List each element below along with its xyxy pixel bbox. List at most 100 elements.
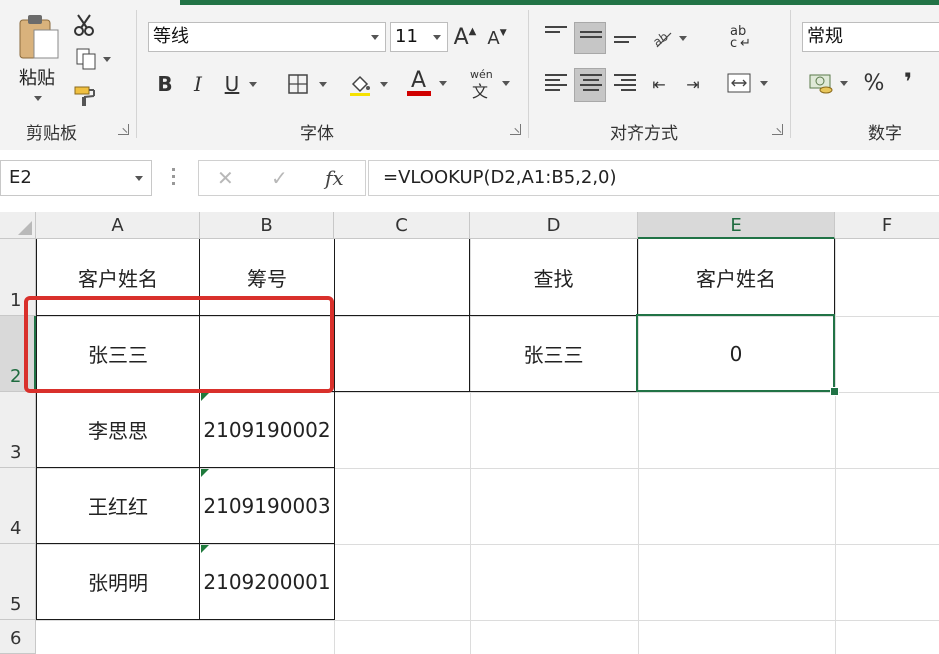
decrease-indent-button[interactable]: ⇤ (646, 70, 672, 98)
format-painter-button[interactable] (70, 82, 100, 108)
column-header-d[interactable]: D (470, 212, 638, 239)
cell-text: 客户姓名 (78, 267, 158, 291)
paste-dropdown-caret[interactable] (34, 96, 42, 101)
align-right-icon[interactable] (614, 74, 636, 91)
group-separator (528, 10, 529, 138)
row-header-4[interactable]: 4 (0, 468, 36, 544)
clipboard-icon (19, 15, 59, 59)
grow-font-glyph: A (453, 24, 469, 50)
row-header-5[interactable]: 5 (0, 544, 36, 620)
cancel-icon[interactable]: ✕ (217, 166, 234, 190)
accounting-format-button[interactable] (804, 68, 852, 98)
copy-button[interactable] (70, 46, 116, 72)
enter-icon[interactable]: ✓ (271, 166, 288, 190)
fill-color-button[interactable] (344, 70, 392, 98)
font-size-value: 11 (395, 26, 418, 47)
cell-text: 2109190003 (203, 493, 331, 518)
active-cell-selection (636, 314, 835, 392)
cell-text: 张三三 (523, 343, 584, 367)
cell-d1[interactable]: 查找 (470, 240, 637, 315)
alignment-dialog-launcher[interactable] (772, 124, 783, 135)
table-border (36, 619, 335, 620)
cell-b4[interactable]: 2109190003 (200, 468, 334, 543)
cell-b5[interactable]: 2109200001 (200, 544, 334, 619)
align-center-icon (580, 74, 602, 91)
number-group-label: 数字 (868, 124, 902, 144)
cell-text: 2109190002 (203, 417, 331, 442)
font-color-button[interactable]: A (402, 68, 452, 98)
row-number: 2 (10, 366, 22, 387)
chevron-down-icon (249, 81, 258, 87)
chevron-down-icon (433, 35, 441, 40)
alignment-group-label: 对齐方式 (610, 124, 678, 144)
column-header-a[interactable]: A (36, 212, 200, 239)
comma-glyph: ❜ (903, 68, 913, 96)
borders-icon (288, 74, 308, 94)
cell-a3[interactable]: 李思思 (37, 392, 199, 467)
cell-text: 张明明 (88, 571, 148, 595)
phonetic-guide-button[interactable]: wén 文 (464, 68, 516, 101)
cell-b3[interactable]: 2109190002 (200, 392, 334, 467)
align-bottom-icon[interactable] (614, 36, 636, 52)
shrink-font-button[interactable]: A ▼ (484, 24, 510, 52)
underline-button[interactable]: U (218, 70, 264, 98)
select-all-button[interactable] (0, 212, 36, 239)
borders-button[interactable] (282, 70, 332, 98)
paste-label: 粘贴 (19, 68, 55, 89)
wrap-text-button[interactable]: ab c ↵ (726, 22, 754, 56)
merge-center-button[interactable] (722, 68, 772, 98)
error-indicator-icon[interactable] (201, 393, 209, 401)
copy-icon (76, 48, 96, 70)
row-header-3[interactable]: 3 (0, 392, 36, 468)
increase-indent-button[interactable]: ⇥ (680, 70, 706, 98)
chevron-down-icon (679, 35, 687, 41)
column-header-e[interactable]: E (638, 212, 835, 239)
cell-a4[interactable]: 王红红 (37, 468, 199, 543)
cell-d2[interactable]: 张三三 (470, 316, 637, 391)
font-name-value: 等线 (153, 26, 189, 47)
cell-a5[interactable]: 张明明 (37, 544, 199, 619)
orientation-button[interactable]: ab (648, 24, 690, 52)
insert-function-button[interactable]: fx (325, 166, 344, 190)
error-indicator-icon[interactable] (201, 545, 209, 553)
column-header-b[interactable]: B (200, 212, 334, 239)
row-header-6[interactable]: 6 (0, 620, 36, 654)
italic-button[interactable]: I (185, 70, 211, 98)
cell-e1[interactable]: 客户姓名 (638, 240, 834, 315)
chevron-down-icon (380, 81, 388, 87)
svg-text:ab: ab (651, 29, 671, 49)
fill-handle[interactable] (830, 387, 839, 396)
font-name-dropdown[interactable]: 等线 (148, 22, 386, 52)
row-number: 1 (10, 290, 22, 311)
formula-bar-grip-icon[interactable] (172, 168, 176, 188)
error-indicator-icon[interactable] (201, 469, 209, 477)
chevron-down-icon[interactable] (135, 176, 143, 181)
chevron-down-icon (439, 80, 447, 86)
formula-controls: ✕ ✓ fx (198, 160, 366, 196)
name-box[interactable]: E2 (0, 160, 152, 196)
align-middle-icon (580, 31, 602, 47)
align-left-icon[interactable] (545, 74, 567, 91)
formula-input[interactable]: =VLOOKUP(D2,A1:B5,2,0) (368, 160, 939, 196)
font-dialog-launcher[interactable] (510, 124, 521, 135)
cut-button[interactable] (70, 12, 98, 38)
number-format-dropdown[interactable]: 常规 (802, 22, 939, 52)
cell-text: 李思思 (88, 419, 148, 443)
group-separator (136, 10, 137, 138)
paste-button[interactable]: 粘贴 (14, 12, 64, 108)
paintbrush-icon (74, 86, 95, 106)
grow-font-button[interactable]: A ▲ (452, 22, 478, 52)
comma-style-button[interactable]: ❜ (896, 66, 920, 98)
bold-button[interactable]: B (152, 70, 178, 98)
percent-style-button[interactable]: % (860, 68, 888, 98)
number-format-value: 常规 (807, 26, 843, 47)
clipboard-dialog-launcher[interactable] (118, 124, 129, 135)
align-top-icon[interactable] (545, 26, 567, 42)
column-header-f[interactable]: F (835, 212, 939, 239)
paint-bucket-icon (350, 75, 370, 96)
cell-text: 筹号 (247, 267, 287, 291)
phonetic-glyph-2: 文 (472, 82, 489, 101)
column-header-c[interactable]: C (334, 212, 470, 239)
font-size-dropdown[interactable]: 11 (390, 22, 448, 52)
italic-glyph: I (194, 72, 202, 96)
